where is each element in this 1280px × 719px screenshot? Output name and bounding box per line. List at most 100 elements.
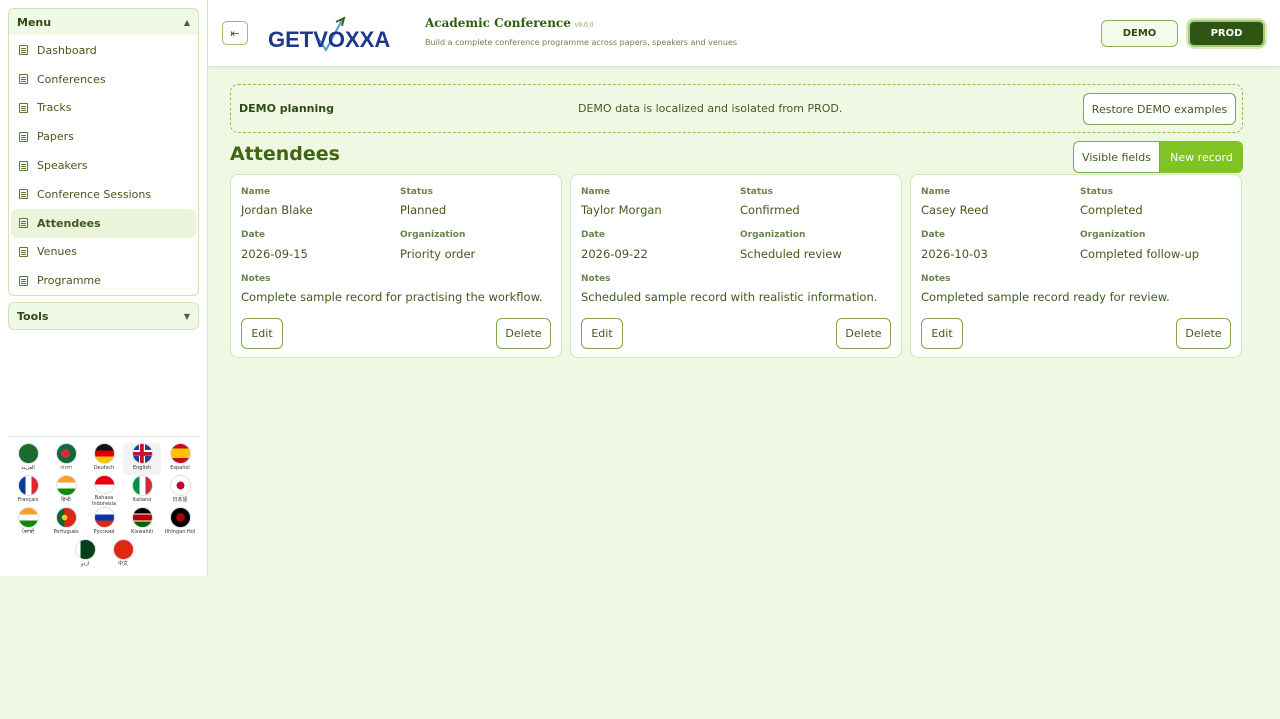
collapse-menu-icon: ⇤ [230,26,240,40]
language-francais[interactable]: Français [9,475,47,507]
menu-panel: Menu ▲ Dashboard Conferences Tracks Pape… [8,8,199,297]
tools-header[interactable]: Tools ▼ [9,303,198,330]
language-arabic[interactable]: العربية [9,443,47,475]
sidebar-item-label: Attendees [37,216,101,230]
restore-demo-button[interactable]: Restore DEMO examples [1083,93,1236,125]
sidebar-item-dashboard[interactable]: Dashboard [9,36,198,65]
language-label: 日本語 [172,497,188,503]
flag-uk-icon [131,443,153,464]
sidebar-item-label: Conferences [37,72,106,86]
sidebar-item-tracks[interactable]: Tracks [9,94,198,123]
flag-russia-icon [93,507,115,528]
field-label-status: Status [400,187,433,197]
demo-environment-button[interactable]: DEMO [1101,20,1178,47]
field-value-name: Taylor Morgan [581,203,662,217]
field-value-notes: Completed sample record ready for review… [921,290,1170,304]
language-bangla[interactable]: বাংলা [47,443,85,475]
document-icon [19,131,28,142]
logo-mark-icon: GETVOXXA [268,16,390,52]
flag-bangladesh-icon [55,443,77,464]
field-value-date: 2026-09-22 [581,247,648,261]
flag-indonesia-icon [93,475,115,494]
chevron-up-icon: ▲ [183,17,190,27]
field-value-status: Confirmed [740,203,800,217]
language-label: tlhIngan Hol [164,529,196,535]
field-label-notes: Notes [581,274,611,284]
edit-button[interactable]: Edit [921,318,963,349]
flag-portugal-icon [55,507,77,528]
sidebar-item-programme[interactable]: Programme [9,266,198,295]
field-label-notes: Notes [921,274,951,284]
flag-italy-icon [131,475,153,496]
language-label: Русский [93,529,115,535]
sidebar-item-conferences[interactable]: Conferences [9,65,198,94]
language-english[interactable]: English [123,443,161,475]
language-deutsch[interactable]: Deutsch [85,443,123,475]
language-label: বাংলা [60,465,72,471]
collapse-sidebar-button[interactable]: ⇤ [222,21,248,45]
field-value-notes: Scheduled sample record with realistic i… [581,290,878,304]
page-title: Attendees [230,143,340,165]
language-hindi[interactable]: हिन्दी [47,475,85,507]
delete-button[interactable]: Delete [1176,318,1231,349]
sidebar-item-label: Tracks [37,101,72,115]
language-label: Español [170,465,190,471]
prod-environment-button[interactable]: PROD [1188,20,1265,47]
document-icon [19,160,28,171]
app-title: Academic Conference v9.0.0 [425,16,594,30]
attendee-card: Name Casey Reed Status Completed Date 20… [910,174,1242,358]
language-chinese[interactable]: 中文 [104,539,142,571]
flag-pakistan-icon [74,539,96,560]
field-label-status: Status [740,187,773,197]
delete-button[interactable]: Delete [836,318,891,349]
field-label-name: Name [581,187,611,197]
language-label: اردو [80,561,90,567]
menu-title: Menu [17,15,52,29]
sidebar-item-label: Papers [37,130,74,144]
new-record-button[interactable]: New record [1160,141,1243,173]
language-label: Italiano [132,497,152,503]
field-label-date: Date [921,230,945,240]
sidebar-item-papers[interactable]: Papers [9,122,198,151]
language-urdu[interactable]: اردو [66,539,104,571]
document-icon [19,45,28,56]
edit-button[interactable]: Edit [581,318,623,349]
language-klingon[interactable]: tlhIngan Hol [161,507,199,539]
sidebar-item-venues[interactable]: Venues [9,238,198,267]
language-kiswahili[interactable]: Kiswahili [123,507,161,539]
getvoxxa-logo: GETVOXXA [268,14,413,54]
app-title-text: Academic Conference [425,16,571,30]
language-label: Français [17,497,39,503]
document-icon [19,74,28,85]
sidebar-item-speakers[interactable]: Speakers [9,151,198,180]
field-value-organization: Priority order [400,247,476,261]
language-italiano[interactable]: Italiano [123,475,161,507]
language-russian[interactable]: Русский [85,507,123,539]
language-label: हिन्दी [61,497,71,503]
sidebar-item-attendees[interactable]: Attendees [11,208,196,238]
language-label: العربية [21,465,35,471]
language-label: 中文 [117,561,128,567]
field-value-date: 2026-10-03 [921,247,988,261]
field-label-notes: Notes [241,274,271,284]
flag-saudi-arabia-icon [17,443,39,464]
language-label: English [132,465,152,471]
tools-title: Tools [17,309,49,323]
field-label-organization: Organization [400,230,466,240]
field-value-date: 2026-09-15 [241,247,308,261]
edit-button[interactable]: Edit [241,318,283,349]
language-portugues[interactable]: Português [47,507,85,539]
sidebar-item-conference-sessions[interactable]: Conference Sessions [9,180,198,209]
app-subtitle: Build a complete conference programme ac… [425,38,737,47]
menu-header[interactable]: Menu ▲ [9,9,198,35]
visible-fields-button[interactable]: Visible fields [1073,141,1160,173]
language-label: Português [53,529,79,535]
language-punjabi[interactable]: ਪੰਜਾਬੀ [9,507,47,539]
language-espanol[interactable]: Español [161,443,199,475]
flag-japan-icon [169,475,191,496]
language-label: Kiswahili [131,529,153,535]
language-label: ਪੰਜਾਬੀ [21,529,35,535]
language-japanese[interactable]: 日本語 [161,475,199,507]
delete-button[interactable]: Delete [496,318,551,349]
language-indonesia[interactable]: Bahasa Indonesia [85,475,123,507]
